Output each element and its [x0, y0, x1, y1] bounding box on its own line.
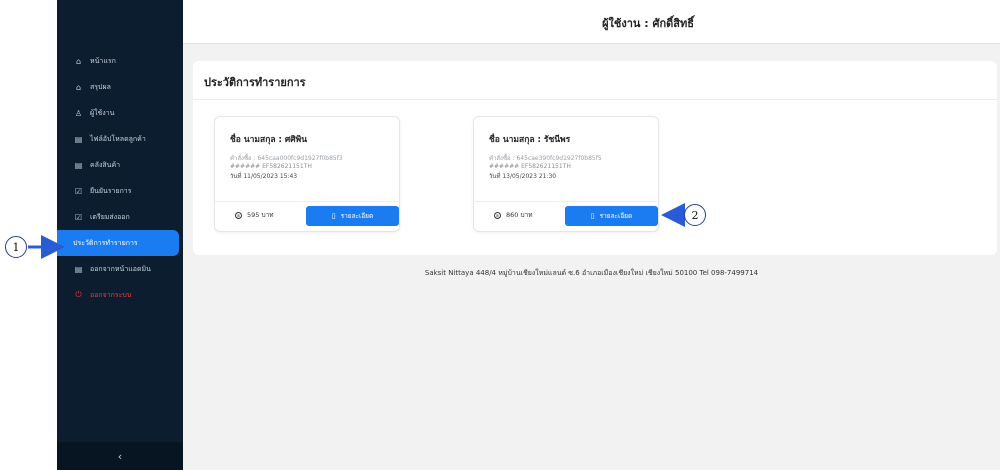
sidebar-item-label: สรุปผล: [90, 82, 111, 91]
sidebar-item-history[interactable]: ประวัติการทำรายการ: [57, 230, 179, 256]
price-value: 595 บาท: [247, 211, 274, 219]
order-price: ฿ 860 บาท: [494, 210, 533, 220]
order-card: ชื่อ นามสกุล : รัชนีพร คำสั่งซื้อ : 645c…: [473, 116, 659, 232]
divider: [474, 201, 658, 202]
user-icon: ♙: [74, 108, 83, 118]
tracking-number: ###### EF582621151TH: [230, 163, 312, 170]
order-id: คำสั่งซื้อ : 645cae390fc9d1927f0b85f5: [489, 155, 602, 162]
callout-1: 1: [5, 236, 27, 258]
main-content: ผู้ใช้งาน : ศักดิ์สิทธิ์ ประวัติการทำราย…: [183, 0, 1000, 470]
history-panel: ประวัติการทำรายการ ชื่อ นามสกุล : ศศิพิน…: [193, 61, 997, 255]
footer-address: Saksit Nittaya 448/4 หมู่บ้านเชียงใหม่แล…: [424, 269, 759, 277]
divider: [215, 201, 399, 202]
customer-name: ชื่อ นามสกุล : รัชนีพร: [489, 135, 571, 145]
sidebar-item-logout[interactable]: ⏻ ออกจากระบบ: [57, 282, 183, 308]
warehouse-icon: ▤: [74, 160, 83, 170]
clipboard-icon: ☑: [74, 212, 83, 222]
sidebar-item-label: ออกจากหน้าแอดมิน: [90, 264, 151, 273]
sidebar-collapse-button[interactable]: ‹: [57, 442, 183, 470]
sidebar: ⌂ หน้าแรก ⌂ สรุปผล ♙ ผู้ใช้งาน ▤ ไฟล์อัป…: [57, 0, 183, 470]
sidebar-item-confirm-orders[interactable]: ☑ ยืนยันรายการ: [57, 178, 183, 204]
order-date: วันที่ 11/05/2023 15:43: [230, 173, 298, 180]
details-button[interactable]: ▯ รายละเอียด: [306, 206, 399, 226]
file-icon: ▤: [74, 134, 83, 144]
chevron-left-icon: ‹: [117, 449, 123, 463]
page-title: ประวัติการทำรายการ: [204, 76, 306, 89]
power-icon: ⏻: [75, 290, 82, 299]
home-icon: ⌂: [75, 56, 82, 66]
screen: ⌂ หน้าแรก ⌂ สรุปผล ♙ ผู้ใช้งาน ▤ ไฟล์อัป…: [0, 0, 1000, 470]
sidebar-item-label: ประวัติการทำรายการ: [73, 238, 138, 247]
details-button-label: รายละเอียด: [599, 212, 633, 220]
sidebar-item-label: หน้าแรก: [90, 56, 116, 65]
sidebar-item-prepare-export[interactable]: ☑ เตรียมส่งออก: [57, 204, 183, 230]
divider: [193, 99, 997, 100]
sidebar-nav: ⌂ หน้าแรก ⌂ สรุปผล ♙ ผู้ใช้งาน ▤ ไฟล์อัป…: [57, 48, 183, 308]
sidebar-item-summary[interactable]: ⌂ สรุปผล: [57, 74, 183, 100]
sidebar-item-users[interactable]: ♙ ผู้ใช้งาน: [57, 100, 183, 126]
user-title: ผู้ใช้งาน : ศักดิ์สิทธิ์: [602, 17, 694, 30]
sidebar-item-warehouse[interactable]: ▤ คลังสินค้า: [57, 152, 183, 178]
details-button-label: รายละเอียด: [340, 212, 374, 220]
tracking-number: ###### EF582621151TH: [489, 163, 571, 170]
sidebar-item-label: คลังสินค้า: [90, 160, 121, 169]
exit-admin-icon: ▤: [74, 264, 83, 274]
home-icon: ⌂: [75, 82, 82, 92]
book-icon: ▯: [331, 212, 336, 220]
customer-name: ชื่อ นามสกุล : ศศิพิน: [230, 135, 308, 145]
coin-icon: ฿: [494, 211, 501, 219]
callout-2: 2: [684, 204, 706, 226]
sidebar-item-label: ไฟล์อัปโหลดลูกค้า: [90, 134, 146, 143]
clipboard-check-icon: ☑: [74, 186, 83, 196]
sidebar-item-exit-admin[interactable]: ▤ ออกจากหน้าแอดมิน: [57, 256, 183, 282]
order-card: ชื่อ นามสกุล : ศศิพิน คำสั่งซื้อ : 645ca…: [214, 116, 400, 232]
sidebar-item-customer-uploads[interactable]: ▤ ไฟล์อัปโหลดลูกค้า: [57, 126, 183, 152]
sidebar-item-label: เตรียมส่งออก: [90, 212, 130, 221]
order-date: วันที่ 13/05/2023 21:30: [489, 173, 557, 180]
coin-icon: ฿: [235, 211, 242, 219]
book-icon: ▯: [590, 212, 595, 220]
order-price: ฿ 595 บาท: [235, 210, 274, 220]
order-id: คำสั่งซื้อ : 645caa000fc9d1927f0b85f3: [230, 155, 343, 162]
details-button[interactable]: ▯ รายละเอียด: [565, 206, 658, 226]
sidebar-item-label: ผู้ใช้งาน: [90, 108, 115, 117]
top-header: ผู้ใช้งาน : ศักดิ์สิทธิ์: [183, 0, 1000, 44]
price-value: 860 บาท: [506, 211, 533, 219]
sidebar-item-label: ยืนยันรายการ: [90, 186, 132, 195]
sidebar-item-label: ออกจากระบบ: [90, 290, 132, 299]
sidebar-item-home[interactable]: ⌂ หน้าแรก: [57, 48, 183, 74]
